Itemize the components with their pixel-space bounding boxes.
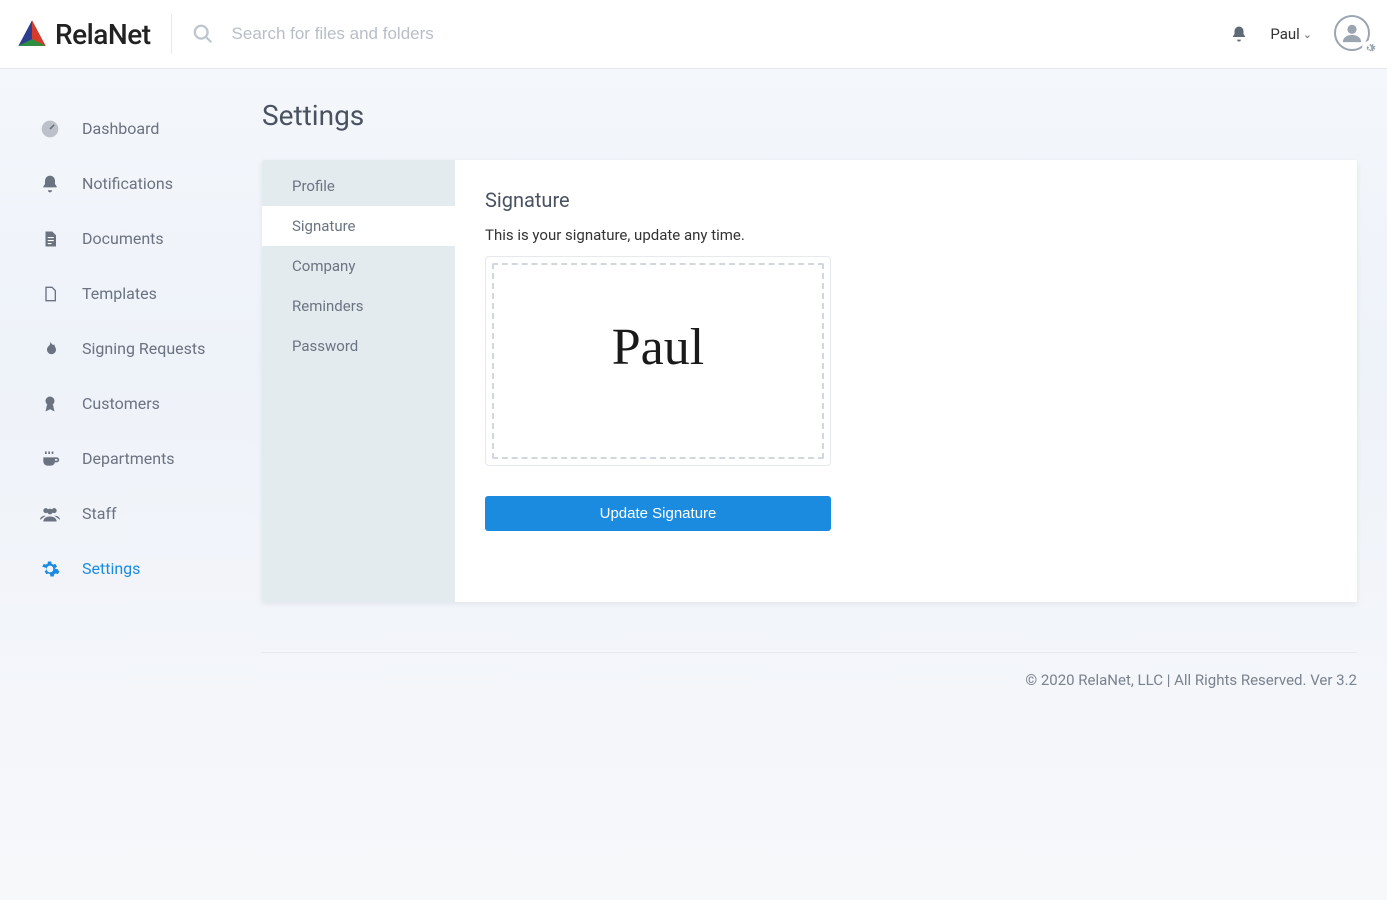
dashboard-icon bbox=[40, 119, 60, 139]
flame-icon bbox=[40, 339, 60, 359]
update-signature-button[interactable]: Update Signature bbox=[485, 496, 831, 531]
sidebar-item-staff[interactable]: Staff bbox=[0, 486, 248, 541]
template-icon bbox=[40, 284, 60, 304]
sidebar-item-templates[interactable]: Templates bbox=[0, 266, 248, 321]
user-menu[interactable]: Paul ⌄ bbox=[1270, 25, 1312, 43]
sidebar-item-settings[interactable]: Settings bbox=[0, 541, 248, 596]
people-icon bbox=[40, 504, 60, 524]
header-right: Paul ⌄ bbox=[1230, 15, 1372, 53]
gear-icon bbox=[1362, 41, 1376, 55]
search-input[interactable] bbox=[232, 24, 1231, 44]
coffee-icon bbox=[40, 449, 60, 469]
page-title: Settings bbox=[262, 99, 1357, 132]
logo-mark-icon bbox=[15, 17, 49, 51]
search-wrap bbox=[192, 23, 1231, 45]
brand-name: RelaNet bbox=[55, 18, 151, 51]
settings-card: Profile Signature Company Reminders Pass… bbox=[262, 160, 1357, 602]
section-title: Signature bbox=[485, 188, 1327, 212]
sidebar-item-label: Signing Requests bbox=[82, 339, 205, 358]
bell-icon bbox=[40, 174, 60, 194]
sidebar-item-label: Settings bbox=[82, 559, 140, 578]
sidebar-item-label: Templates bbox=[82, 284, 157, 303]
tab-signature[interactable]: Signature bbox=[262, 206, 455, 246]
section-description: This is your signature, update any time. bbox=[485, 226, 1327, 244]
sidebar-item-label: Documents bbox=[82, 229, 164, 248]
signature-value: Paul bbox=[612, 318, 704, 377]
user-name: Paul bbox=[1270, 25, 1299, 43]
chevron-down-icon: ⌄ bbox=[1303, 28, 1312, 41]
header: RelaNet Paul ⌄ bbox=[0, 0, 1387, 69]
tab-password[interactable]: Password bbox=[262, 326, 455, 366]
tab-profile[interactable]: Profile bbox=[262, 160, 455, 206]
sidebar-item-customers[interactable]: Customers bbox=[0, 376, 248, 431]
sidebar-item-label: Notifications bbox=[82, 174, 173, 193]
gear-icon bbox=[40, 559, 60, 579]
person-icon bbox=[1341, 22, 1363, 44]
notifications-icon[interactable] bbox=[1230, 25, 1248, 43]
tab-reminders[interactable]: Reminders bbox=[262, 286, 455, 326]
signature-canvas[interactable]: Paul bbox=[492, 263, 824, 459]
sidebar-item-label: Departments bbox=[82, 449, 175, 468]
brand-logo[interactable]: RelaNet bbox=[15, 14, 172, 54]
sidebar-item-label: Customers bbox=[82, 394, 160, 413]
sidebar-item-label: Dashboard bbox=[82, 119, 159, 138]
sidebar-item-documents[interactable]: Documents bbox=[0, 211, 248, 266]
sidebar-item-label: Staff bbox=[82, 504, 117, 523]
document-icon bbox=[40, 229, 60, 249]
search-icon bbox=[192, 23, 214, 45]
footer-text: © 2020 RelaNet, LLC | All Rights Reserve… bbox=[1025, 671, 1357, 689]
sidebar-item-dashboard[interactable]: Dashboard bbox=[0, 101, 248, 156]
settings-tabs: Profile Signature Company Reminders Pass… bbox=[262, 160, 455, 602]
main-content: Settings Profile Signature Company Remin… bbox=[248, 69, 1387, 689]
signature-box[interactable]: Paul bbox=[485, 256, 831, 466]
ribbon-icon bbox=[40, 394, 60, 414]
sidebar: Dashboard Notifications Documents Templa… bbox=[0, 69, 248, 689]
sidebar-item-departments[interactable]: Departments bbox=[0, 431, 248, 486]
sidebar-item-signing-requests[interactable]: Signing Requests bbox=[0, 321, 248, 376]
settings-content: Signature This is your signature, update… bbox=[455, 160, 1357, 602]
sidebar-item-notifications[interactable]: Notifications bbox=[0, 156, 248, 211]
avatar[interactable] bbox=[1334, 15, 1372, 53]
tab-company[interactable]: Company bbox=[262, 246, 455, 286]
footer: © 2020 RelaNet, LLC | All Rights Reserve… bbox=[262, 652, 1357, 689]
